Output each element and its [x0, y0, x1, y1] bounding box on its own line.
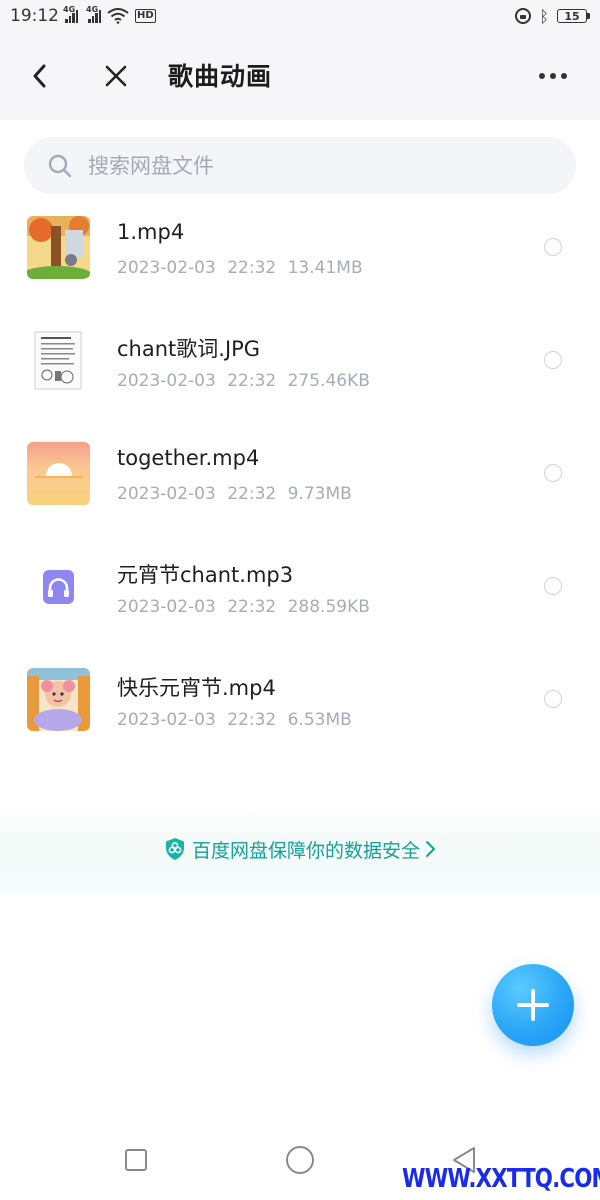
file-date: 2023-02-03 [117, 484, 216, 504]
file-meta: 2023-02-03 22:32 13.41MB [117, 258, 363, 278]
chevron-left-icon [33, 64, 46, 88]
security-banner[interactable]: 百度网盘保障你的数据安全 [0, 805, 600, 893]
status-bar: 19:12 4G 4G HD ᛒ 15 [0, 0, 600, 32]
select-radio[interactable] [544, 238, 562, 256]
lock-rotation-icon [515, 8, 532, 24]
select-radio[interactable] [544, 577, 562, 595]
search-input[interactable] [86, 152, 530, 179]
back-button[interactable] [22, 58, 58, 94]
file-meta: 2023-02-03 22:32 288.59KB [117, 597, 370, 617]
search-bar[interactable] [24, 137, 576, 194]
file-row[interactable]: 元宵节chant.mp3 2023-02-03 22:32 288.59KB [0, 539, 600, 649]
file-time: 22:32 [227, 597, 277, 617]
file-meta: 2023-02-03 22:32 275.46KB [117, 371, 370, 391]
select-radio[interactable] [544, 464, 562, 482]
more-horizontal-icon [539, 73, 567, 79]
battery-icon: 15 [557, 9, 590, 23]
file-name: together.mp4 [117, 446, 260, 470]
status-right: ᛒ 15 [515, 7, 590, 26]
file-meta: 2023-02-03 22:32 6.53MB [117, 710, 352, 730]
shield-icon [165, 838, 184, 860]
file-date: 2023-02-03 [117, 258, 216, 278]
network-label-1: 4G [63, 5, 76, 14]
file-name: chant歌词.JPG [117, 337, 261, 361]
file-row[interactable]: 1.mp4 2023-02-03 22:32 13.41MB [0, 200, 600, 310]
video-thumbnail [27, 442, 90, 505]
file-row[interactable]: chant歌词.JPG 2023-02-03 22:32 275.46KB [0, 313, 600, 423]
file-row[interactable]: 快乐元宵节.mp4 2023-02-03 22:32 6.53MB [0, 652, 600, 762]
image-thumbnail [27, 329, 90, 392]
security-banner-text: 百度网盘保障你的数据安全 [191, 839, 420, 862]
file-size: 6.53MB [287, 710, 352, 730]
signal-4g-icon: 4G [86, 5, 101, 23]
file-date: 2023-02-03 [117, 710, 216, 730]
file-time: 22:32 [227, 484, 277, 504]
select-radio[interactable] [544, 351, 562, 369]
video-thumbnail [27, 216, 90, 279]
search-icon [48, 154, 72, 177]
more-button[interactable] [530, 58, 576, 94]
file-size: 9.73MB [287, 484, 352, 504]
video-thumbnail [27, 668, 90, 731]
file-time: 22:32 [227, 371, 277, 391]
file-size: 275.46KB [287, 371, 370, 391]
title-bar: 歌曲动画 [0, 32, 600, 120]
wifi-icon [107, 8, 129, 24]
file-time: 22:32 [227, 710, 277, 730]
network-label-2: 4G [86, 5, 99, 14]
close-button[interactable] [98, 58, 134, 94]
page-title: 歌曲动画 [168, 62, 273, 91]
hd-icon: HD [135, 9, 156, 23]
file-date: 2023-02-03 [117, 371, 216, 391]
file-time: 22:32 [227, 258, 277, 278]
watermark-text: WWW.XXTTQ.COM [402, 1164, 600, 1194]
status-time: 19:12 [10, 6, 59, 26]
recent-apps-icon[interactable] [125, 1149, 147, 1171]
file-meta: 2023-02-03 22:32 9.73MB [117, 484, 352, 504]
chevron-right-icon [426, 841, 435, 857]
file-size: 288.59KB [287, 597, 370, 617]
home-icon[interactable] [286, 1146, 314, 1174]
battery-level: 15 [557, 9, 587, 23]
file-row[interactable]: together.mp4 2023-02-03 22:32 9.73MB [0, 426, 600, 536]
file-name: 快乐元宵节.mp4 [117, 676, 276, 700]
file-date: 2023-02-03 [117, 597, 216, 617]
headphones-icon [43, 570, 74, 604]
status-left: 19:12 4G 4G HD [10, 5, 156, 26]
file-name: 1.mp4 [117, 220, 185, 244]
audio-file-icon [27, 555, 90, 618]
file-size: 13.41MB [287, 258, 363, 278]
signal-4g-icon: 4G [63, 5, 78, 23]
plus-icon [517, 989, 549, 1021]
close-icon [105, 65, 127, 87]
select-radio[interactable] [544, 690, 562, 708]
file-name: 元宵节chant.mp3 [117, 563, 294, 587]
bluetooth-icon: ᛒ [539, 6, 549, 26]
add-button[interactable] [492, 964, 574, 1046]
